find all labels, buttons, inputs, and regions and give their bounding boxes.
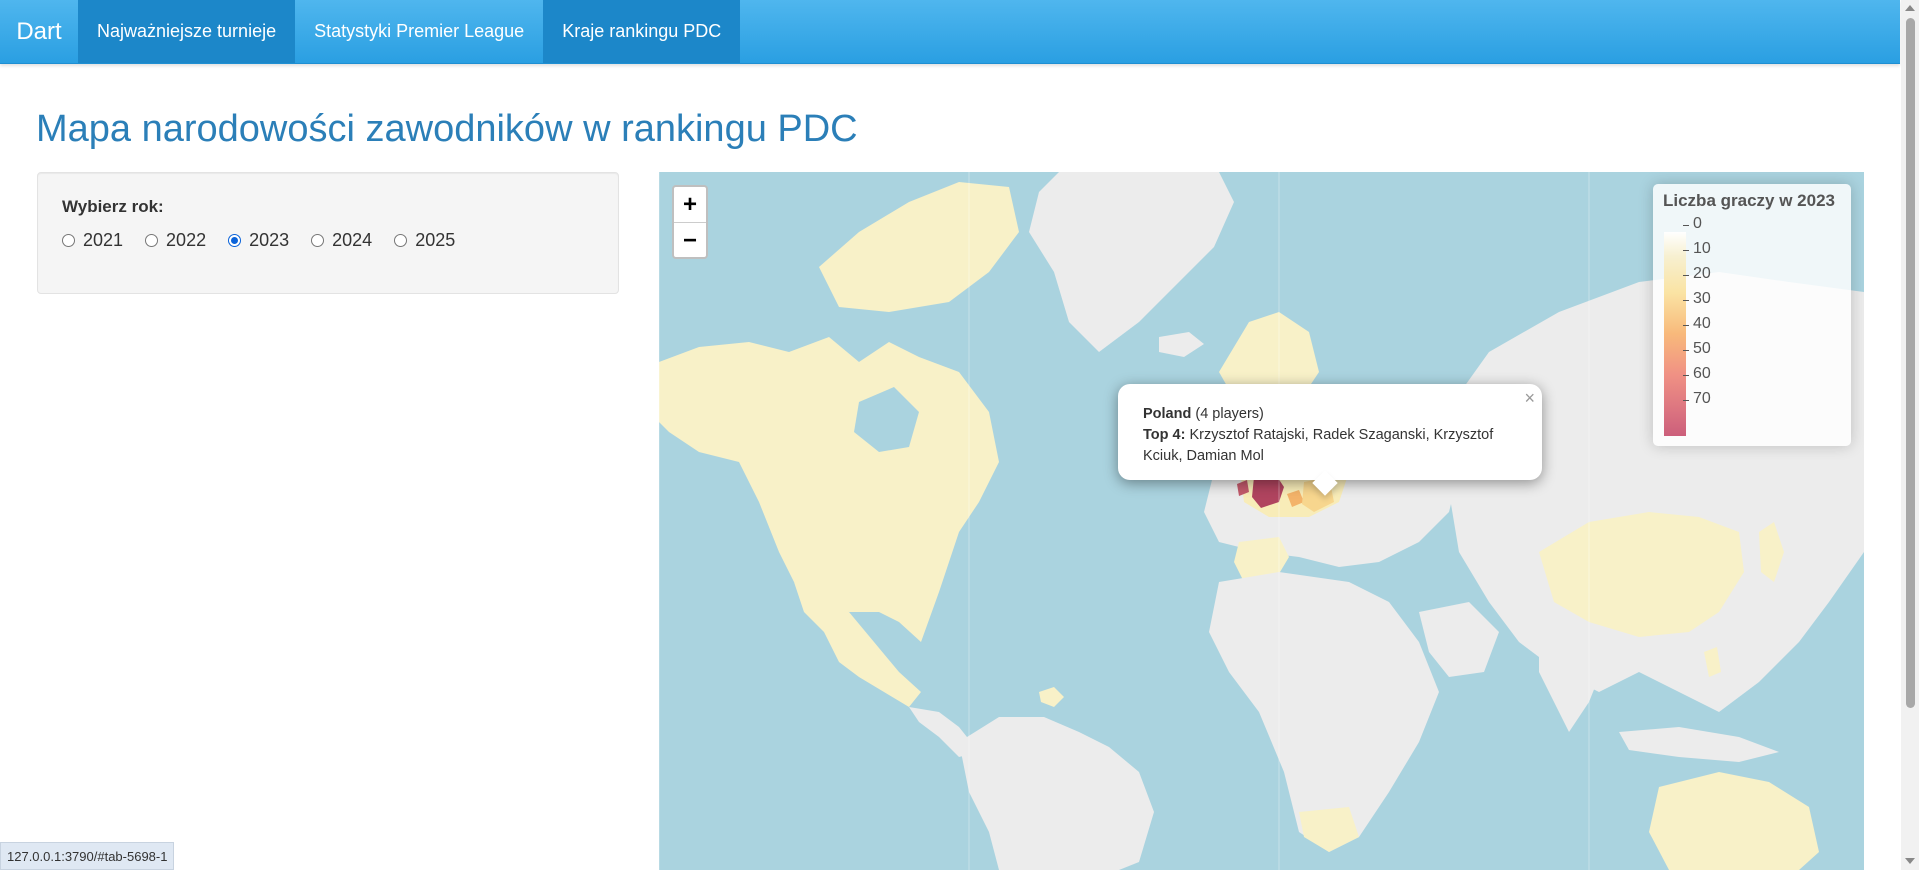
- popup-content: Poland (4 players) Top 4: Krzysztof Rata…: [1143, 404, 1528, 467]
- radio-button-selected[interactable]: [228, 234, 242, 247]
- brand-logo[interactable]: Dart: [0, 0, 78, 63]
- year-selector-label: Wybierz rok:: [62, 197, 164, 216]
- year-option-2025[interactable]: 2025: [394, 230, 455, 251]
- north-america-land[interactable]: [659, 337, 999, 642]
- year-option-2021[interactable]: 2021: [62, 230, 123, 251]
- australia-data[interactable]: [1649, 772, 1819, 870]
- arabia-land[interactable]: [1419, 602, 1499, 677]
- radio-button[interactable]: [62, 234, 75, 247]
- zoom-control: + −: [672, 185, 708, 259]
- legend-tick: [1683, 400, 1689, 401]
- browser-status-bar: 127.0.0.1:3790/#tab-5698-1: [0, 842, 175, 870]
- popup-country-name: Poland: [1143, 406, 1192, 422]
- indonesia-land[interactable]: [1619, 727, 1779, 762]
- south-africa-data[interactable]: [1299, 807, 1359, 852]
- iceland-land[interactable]: [1159, 332, 1204, 357]
- year-option-2024[interactable]: 2024: [311, 230, 372, 251]
- navbar: Dart Najważniejsze turnieje Statystyki P…: [0, 0, 1900, 64]
- legend-tick: [1683, 325, 1689, 326]
- legend-label: 60: [1693, 365, 1711, 382]
- scroll-up-icon[interactable]: [1905, 5, 1915, 11]
- legend-title: Liczba graczy w 2023: [1663, 191, 1835, 210]
- country-popup: × Poland (4 players) Top 4: Krzysztof Ra…: [1118, 384, 1542, 496]
- legend-tick: [1683, 350, 1689, 351]
- world-map[interactable]: + − × Poland (4 players) Top 4: Krzyszto…: [659, 172, 1864, 870]
- year-option-2022[interactable]: 2022: [145, 230, 206, 251]
- zoom-in-button[interactable]: +: [674, 187, 706, 223]
- year-option-label: 2024: [332, 230, 373, 250]
- year-option-label: 2023: [249, 230, 290, 250]
- legend-label: 40: [1693, 315, 1711, 332]
- legend-tick: [1683, 250, 1689, 251]
- page-scrollbar[interactable]: [1901, 0, 1919, 870]
- year-option-label: 2021: [83, 230, 124, 250]
- legend-tick: [1683, 375, 1689, 376]
- legend-label: 70: [1693, 390, 1711, 407]
- legend-color-scale: [1664, 232, 1686, 436]
- tab-kraje-rankingu-pdc[interactable]: Kraje rankingu PDC: [543, 0, 741, 63]
- radio-button[interactable]: [311, 234, 325, 247]
- year-option-2023[interactable]: 2023: [228, 230, 289, 251]
- page-title: Mapa narodowości zawodników w rankingu P…: [36, 108, 858, 150]
- year-option-label: 2025: [415, 230, 456, 250]
- tab-statystyki-premier-league[interactable]: Statystyki Premier League: [295, 0, 543, 63]
- nav-tabs: Najważniejsze turnieje Statystyki Premie…: [78, 0, 741, 63]
- scroll-down-icon[interactable]: [1905, 858, 1915, 864]
- popup-top-label: Top 4:: [1143, 427, 1186, 443]
- popup-player-count: (4 players): [1195, 406, 1264, 422]
- map-legend: Liczba graczy w 2023 0 10 20 30 40 50 60…: [1653, 184, 1851, 446]
- year-selector-panel: Wybierz rok: 2021 2022 2023 2024 2025: [37, 172, 619, 294]
- south-america-land[interactable]: [959, 717, 1154, 870]
- arctic-islands[interactable]: [819, 182, 1019, 312]
- legend-label: 0: [1693, 215, 1702, 232]
- legend-label: 20: [1693, 265, 1711, 282]
- legend-label: 10: [1693, 240, 1711, 257]
- caribbean-data[interactable]: [1039, 687, 1064, 707]
- popup-top-players: Krzysztof Ratajski, Radek Szaganski, Krz…: [1143, 427, 1494, 464]
- radio-button[interactable]: [145, 234, 159, 247]
- legend-tick: [1683, 300, 1689, 301]
- year-radio-group: 2021 2022 2023 2024 2025: [62, 230, 477, 251]
- radio-button[interactable]: [394, 234, 408, 247]
- zoom-out-button[interactable]: −: [674, 223, 706, 258]
- legend-tick: [1683, 275, 1689, 276]
- legend-label: 50: [1693, 340, 1711, 357]
- tab-najwazniejsze-turnieje[interactable]: Najważniejsze turnieje: [78, 0, 296, 63]
- scroll-thumb[interactable]: [1906, 18, 1915, 708]
- year-option-label: 2022: [166, 230, 207, 250]
- greenland-land[interactable]: [1029, 172, 1234, 352]
- legend-label: 30: [1693, 290, 1711, 307]
- legend-tick: [1683, 225, 1689, 226]
